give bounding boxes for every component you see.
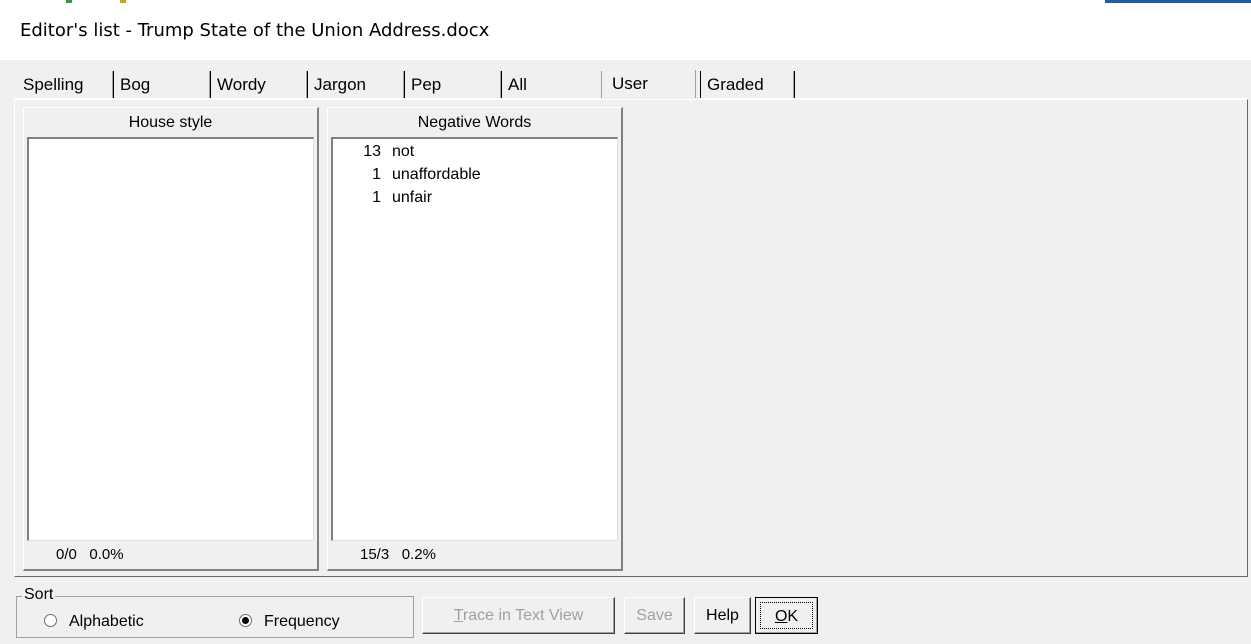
negative-words-percent: 0.2% xyxy=(401,546,436,563)
word-count: 13 xyxy=(363,143,381,160)
focus-ring: OK xyxy=(760,602,813,629)
sort-alphabetic-radio[interactable]: Alphabetic xyxy=(44,613,144,631)
tab-all[interactable]: All xyxy=(502,71,602,99)
ok-mnemonic: O xyxy=(774,608,788,625)
tab-label: Graded xyxy=(707,75,764,94)
trace-mnemonic: T xyxy=(453,607,463,624)
tab-label: All xyxy=(508,75,527,94)
negative-words-header: Negative Words xyxy=(417,114,532,131)
radio-label: Alphabetic xyxy=(69,613,144,630)
tab-spelling[interactable]: Spelling xyxy=(17,71,114,99)
tab-label: Jargon xyxy=(314,75,366,94)
house-style-count: 0/0 xyxy=(56,546,77,563)
house-style-panel: House style 0/0 0.0% xyxy=(23,107,319,571)
window-title: Editor's list - Trump State of the Union… xyxy=(20,20,490,41)
tab-label: Spelling xyxy=(23,75,84,94)
tab-user[interactable]: User xyxy=(602,70,696,98)
word-count: 1 xyxy=(372,166,381,183)
ok-button[interactable]: OK xyxy=(755,597,818,634)
tab-label: Wordy xyxy=(217,75,266,94)
ok-label: K xyxy=(787,608,799,625)
house-style-list[interactable] xyxy=(27,137,314,541)
tab-label: Bog xyxy=(120,75,151,94)
house-style-footer: 0/0 0.0% xyxy=(56,546,124,563)
word-text: unaffordable xyxy=(392,166,481,183)
sort-frequency-radio[interactable]: Frequency xyxy=(239,613,340,631)
trace-in-text-view-button[interactable]: Trace in Text View xyxy=(422,597,615,634)
help-label: Help xyxy=(706,607,739,624)
negative-words-panel: Negative Words 13 not 1 unaffordable 1 u… xyxy=(327,107,623,571)
tab-bog[interactable]: Bog xyxy=(114,71,211,99)
word-text: unfair xyxy=(392,189,433,206)
background-window-strip xyxy=(0,0,1251,5)
trace-label: race in Text View xyxy=(462,607,584,624)
tab-wordy[interactable]: Wordy xyxy=(211,71,308,99)
tab-jargon[interactable]: Jargon xyxy=(308,71,405,99)
help-button[interactable]: Help xyxy=(694,597,751,634)
negative-words-footer: 15/3 0.2% xyxy=(360,546,436,563)
negative-words-list[interactable]: 13 not 1 unaffordable 1 unfair xyxy=(331,137,618,541)
radio-checked-icon xyxy=(239,614,252,628)
list-item[interactable]: 13 not xyxy=(333,139,617,162)
radio-unchecked-icon xyxy=(44,614,57,628)
tab-pep[interactable]: Pep xyxy=(405,71,502,99)
strip-fragment xyxy=(120,0,126,3)
house-style-header: House style xyxy=(128,114,213,131)
radio-label: Frequency xyxy=(264,613,340,630)
sort-legend: Sort xyxy=(22,586,56,604)
strip-fragment xyxy=(1105,0,1251,3)
list-item[interactable]: 1 unfair xyxy=(333,185,617,208)
house-style-percent: 0.0% xyxy=(89,546,124,563)
tab-label: Pep xyxy=(411,75,442,94)
word-text: not xyxy=(392,143,415,160)
title-bar: Editor's list - Trump State of the Union… xyxy=(0,0,1251,60)
negative-words-count: 15/3 xyxy=(360,546,390,563)
word-count: 1 xyxy=(372,189,381,206)
tab-graded[interactable]: Graded xyxy=(700,71,795,99)
list-item[interactable]: 1 unaffordable xyxy=(333,162,617,185)
tab-label: User xyxy=(612,74,648,93)
save-button[interactable]: Save xyxy=(624,597,685,634)
strip-fragment xyxy=(66,0,72,3)
save-label: Save xyxy=(636,607,673,624)
